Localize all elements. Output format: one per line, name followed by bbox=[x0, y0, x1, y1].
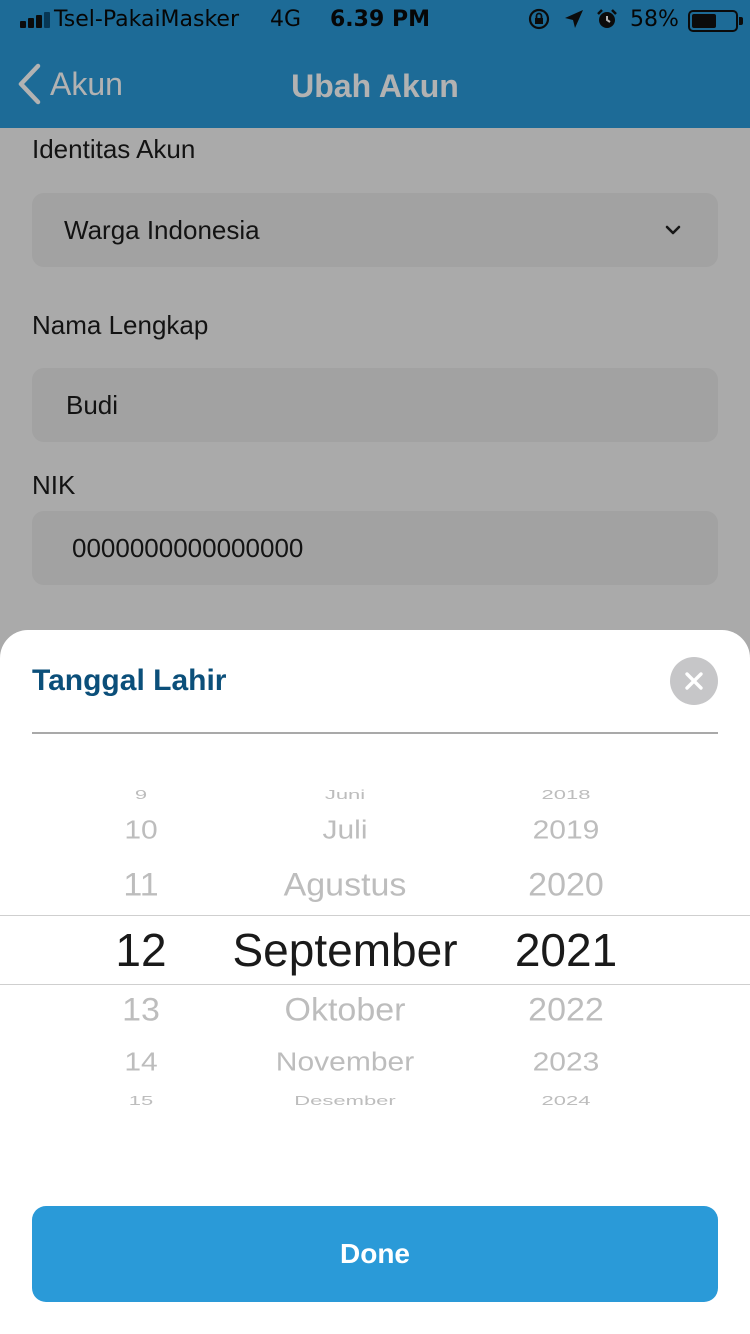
picker-day-item[interactable]: 12 bbox=[115, 923, 166, 977]
picker-year-item[interactable]: 2022 bbox=[528, 992, 604, 1029]
sheet-divider bbox=[32, 732, 718, 734]
picker-year-item[interactable]: 2018 bbox=[542, 787, 591, 803]
done-label: Done bbox=[340, 1238, 410, 1269]
picker-day-item[interactable]: 14 bbox=[124, 1049, 157, 1078]
picker-day-item[interactable]: 15 bbox=[129, 1093, 153, 1109]
picker-year-item[interactable]: 2024 bbox=[542, 1093, 591, 1109]
picker-month-item[interactable]: Oktober bbox=[285, 992, 406, 1029]
picker-day-item[interactable]: 13 bbox=[122, 992, 160, 1029]
picker-month-item[interactable]: November bbox=[276, 1049, 414, 1078]
close-icon bbox=[685, 672, 703, 690]
picker-day-item[interactable]: 11 bbox=[123, 867, 158, 904]
close-button[interactable] bbox=[670, 657, 718, 705]
picker-month-item[interactable]: Juni bbox=[325, 787, 365, 803]
selection-line-bottom bbox=[0, 984, 750, 985]
picker-year-item[interactable]: 2019 bbox=[533, 817, 600, 846]
sheet-title: Tanggal Lahir bbox=[32, 664, 227, 697]
picker-month-item[interactable]: Desember bbox=[294, 1093, 395, 1109]
picker-year-item[interactable]: 2023 bbox=[533, 1049, 600, 1078]
picker-month-item[interactable]: Agustus bbox=[284, 867, 407, 904]
picker-month-item[interactable]: Juli bbox=[322, 817, 367, 846]
selection-line-top bbox=[0, 915, 750, 916]
picker-year-item[interactable]: 2020 bbox=[528, 867, 604, 904]
picker-year-item[interactable]: 2021 bbox=[515, 923, 617, 977]
picker-month-item[interactable]: September bbox=[232, 923, 457, 977]
picker-day-item[interactable]: 10 bbox=[124, 817, 157, 846]
picker-day-item[interactable]: 9 bbox=[135, 787, 147, 803]
date-picker: 9 10 11 12 13 14 15 Juni Juli Agustus September Okt… bbox=[0, 766, 750, 1126]
done-button[interactable]: Done bbox=[32, 1206, 718, 1302]
date-picker-sheet: Tanggal Lahir 9 10 11 12 13 14 15 Juni Juli Agust… bbox=[0, 630, 750, 1334]
